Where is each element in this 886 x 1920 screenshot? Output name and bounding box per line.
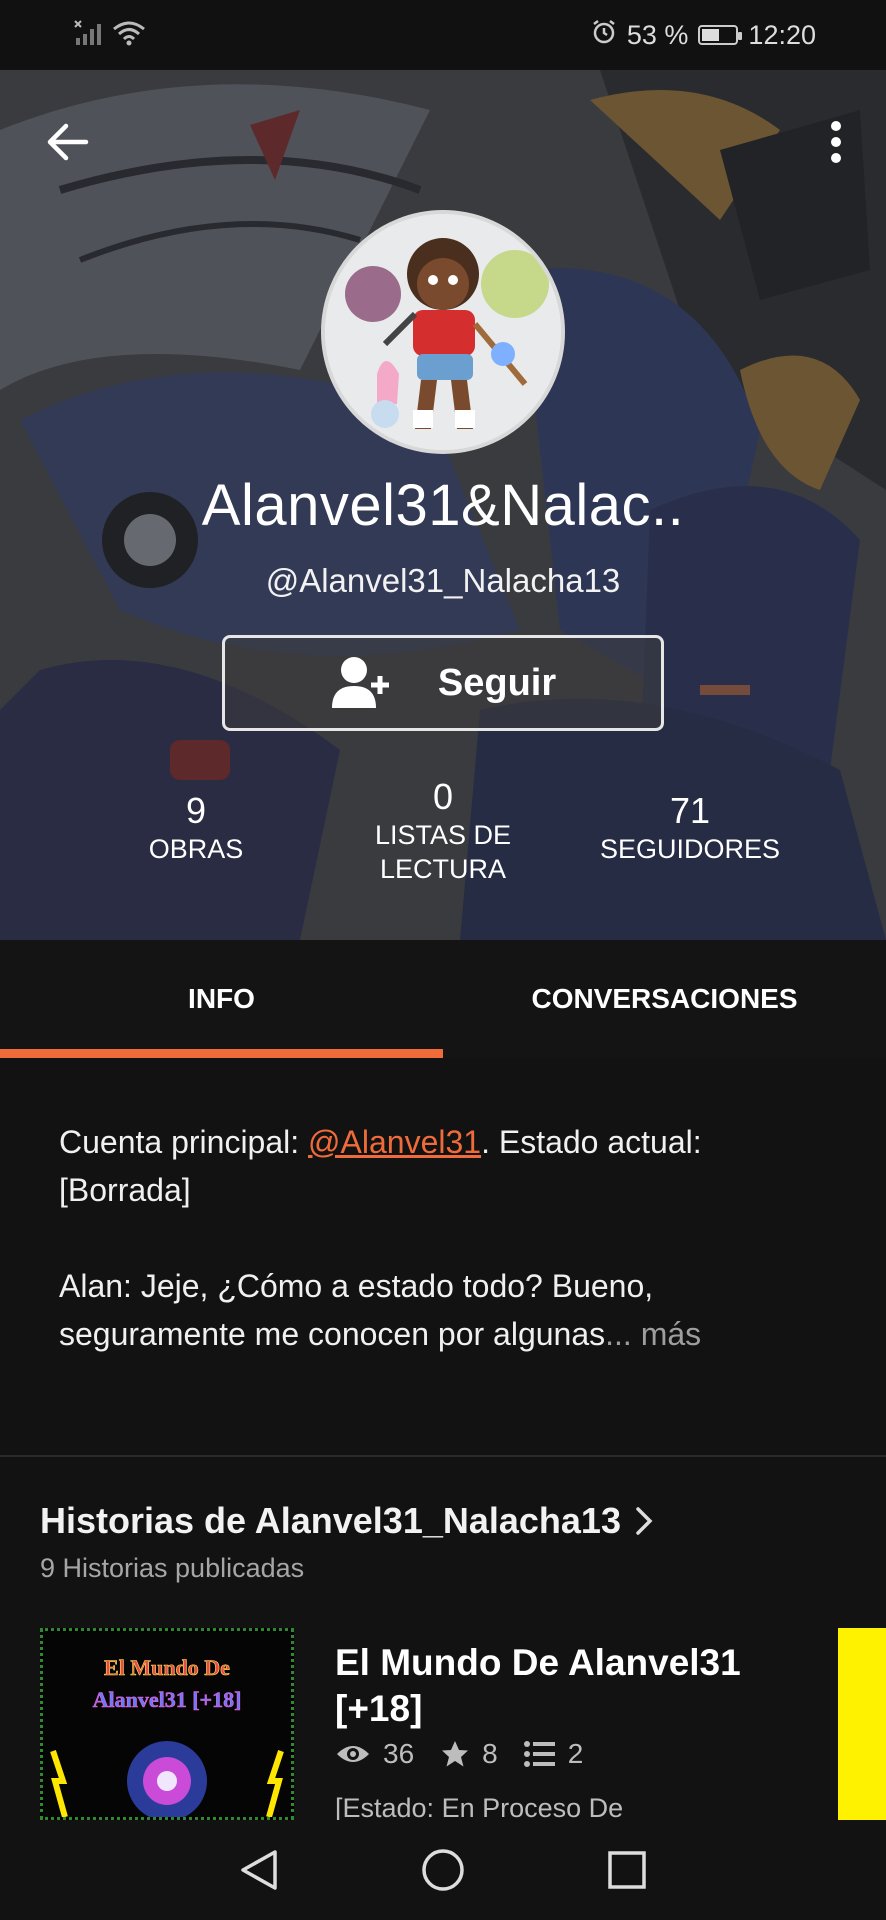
about-section: Cuenta principal: @Alanvel31. Estado act… [0,1058,886,1456]
nav-home-button[interactable] [411,1838,475,1902]
mention-link[interactable]: @Alanvel31 [308,1124,481,1160]
follow-button[interactable]: Seguir [222,635,664,731]
stat-reading-lists-label-line1: LISTAS DE [374,820,512,850]
story-card[interactable]: El Mundo De Alanvel31 [+18] El Mundo De … [40,1628,886,1823]
votes-count: 8 [440,1738,498,1770]
reads-value: 36 [383,1738,415,1769]
follow-label: Seguir [437,661,557,704]
nav-home-icon [422,1849,464,1891]
reads-count: 36 [335,1738,414,1770]
story-meta: 36 8 2 [335,1738,595,1770]
more-vertical-icon [831,121,841,163]
profile-handle: @Alanvel31_Nalacha13 [265,562,621,599]
parts-value: 2 [567,1738,584,1769]
nav-recents-icon [608,1851,646,1889]
list-icon [523,1741,555,1767]
nav-recents-button[interactable] [595,1838,659,1902]
status-right: 53 % 12:20 [591,19,816,52]
avatar-image [325,214,561,450]
stat-works[interactable]: 9 OBRAS [100,790,292,866]
wifi-icon [112,19,146,52]
profile-stats: 9 OBRAS 0 LISTAS DE LECTURA 71 SEGUIDORE… [0,776,886,906]
parts-count: 2 [523,1738,584,1770]
stories-header[interactable]: Historias de Alanvel31_Nalacha13 [40,1500,653,1542]
about-account-prefix: Cuenta principal: [59,1124,309,1160]
stat-reading-lists-label-line2: LECTURA [379,854,507,884]
about-paragraph-1: Cuenta principal: @Alanvel31. Estado act… [59,1118,828,1214]
tab-info[interactable]: INFO [0,940,443,1058]
section-divider [0,1455,886,1457]
chevron-right-icon [636,1507,653,1535]
next-story-cover[interactable] [838,1628,886,1820]
profile-header: Alanvel31&Nalac.. @Alanvel31_Nalacha13 S… [0,70,886,940]
battery-percent: 53 % [626,19,689,50]
system-navigation-bar [0,1820,886,1920]
star-icon [442,1741,469,1767]
profile-tabs: INFO CONVERSACIONES [0,940,886,1058]
stat-followers[interactable]: 71 SEGUIDORES [580,790,800,866]
stat-followers-label: SEGUIDORES [599,834,781,864]
clock: 12:20 [748,19,816,50]
about-bio-text: Alan: Jeje, ¿Cómo a estado todo? Bueno, … [59,1268,654,1352]
about-ellipsis: ... [605,1316,632,1352]
profile-name: Alanvel31&Nalac.. [201,473,685,538]
eye-icon [337,1746,369,1762]
read-more-link[interactable]: más [632,1316,701,1352]
stories-title: Historias de Alanvel31_Nalacha13 [40,1500,621,1541]
battery-icon [698,25,743,45]
stat-followers-value: 71 [669,790,711,831]
stat-works-label: OBRAS [148,834,244,864]
story-title[interactable]: El Mundo De Alanvel31 [+18] [335,1640,775,1732]
votes-value: 8 [482,1738,498,1769]
cover-title-line2: Alanvel31 [+18] [93,1687,242,1712]
signal-icon [74,19,104,51]
nav-back-button[interactable] [227,1838,291,1902]
stat-reading-lists[interactable]: 0 LISTAS DE LECTURA [343,776,543,886]
tab-conversations[interactable]: CONVERSACIONES [443,940,886,1058]
stories-count: 9 Historias publicadas [40,1553,305,1583]
add-user-icon [331,657,389,708]
story-cover[interactable]: El Mundo De Alanvel31 [+18] [40,1628,294,1820]
about-paragraph-2: Alan: Jeje, ¿Cómo a estado todo? Bueno, … [59,1262,828,1358]
status-bar: 53 % 12:20 [0,0,886,70]
cover-title-line1: El Mundo De [104,1655,230,1680]
back-button[interactable] [40,114,96,170]
avatar[interactable] [321,210,565,454]
stat-reading-lists-value: 0 [432,776,454,817]
alarm-icon [591,19,617,52]
battery-fill [702,29,720,41]
nav-back-icon [241,1850,277,1890]
status-left [74,19,146,52]
back-arrow-icon [47,123,89,161]
more-options-button[interactable] [808,114,864,170]
stat-works-value: 9 [185,790,207,831]
story-cover-image: El Mundo De Alanvel31 [+18] [43,1631,291,1817]
